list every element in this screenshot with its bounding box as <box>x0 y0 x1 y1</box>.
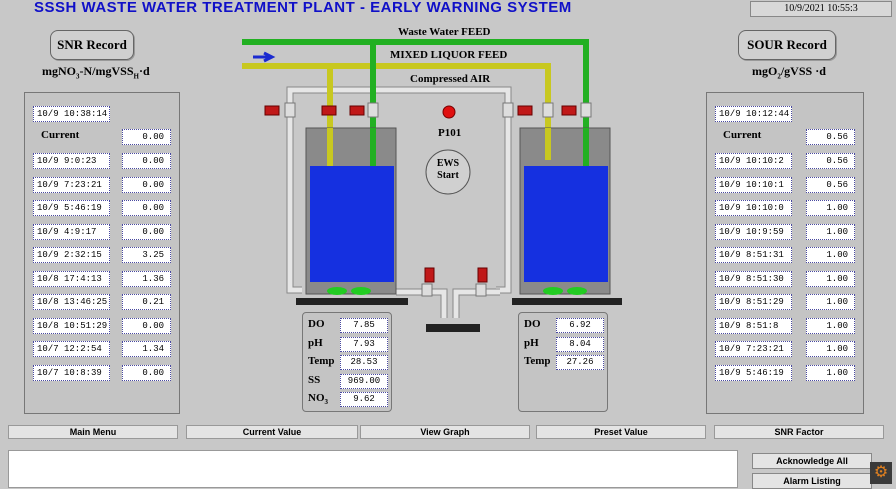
right-tank-base <box>512 298 622 305</box>
pump-label: P101 <box>438 127 462 139</box>
reading-value: 969.00 <box>340 373 388 389</box>
valve-ww-right-icon <box>561 105 577 116</box>
valve-drain-right-icon <box>477 267 488 283</box>
alarm-listing-button[interactable]: Alarm Listing <box>752 473 872 489</box>
reading-value: 7.85 <box>340 318 388 333</box>
left-tank-water <box>310 166 394 282</box>
valve-drain-left-icon <box>424 267 435 283</box>
left-readings-panel: DO 7.85 pH 7.93 Temp 28.53 SS 969.00 NO3 9.62 <box>302 312 392 412</box>
left-aerator-1 <box>327 287 347 295</box>
nav-button[interactable]: Current Value <box>186 425 358 439</box>
reading-label: Temp <box>308 355 335 367</box>
valve-ww-left-icon <box>349 105 365 116</box>
nav-button[interactable]: View Graph <box>360 425 530 439</box>
right-readings-panel: DO 6.92 pH 8.04 Temp 27.26 <box>518 312 608 412</box>
reading-value: 6.92 <box>556 318 604 333</box>
left-aerator-2 <box>351 287 371 295</box>
compressed-air-label: Compressed AIR <box>410 73 491 85</box>
reading-label: pH <box>524 336 539 349</box>
reading-value: 8.04 <box>556 336 604 352</box>
reading-value: 28.53 <box>340 355 388 370</box>
left-tank-base <box>296 298 408 305</box>
waste-feed-label: Waste Water FEED <box>398 26 491 38</box>
nav-button[interactable]: Main Menu <box>8 425 178 439</box>
acknowledge-all-button[interactable]: Acknowledge All <box>752 453 872 469</box>
reading-label: pH <box>308 336 323 349</box>
right-tank-water <box>524 166 608 282</box>
right-aerator-1 <box>543 287 563 295</box>
valve-ml-left-icon <box>321 105 337 116</box>
reading-label: NO3 <box>308 392 328 407</box>
ews-start-button[interactable]: EWS Start <box>430 158 466 182</box>
reading-label: Temp <box>524 355 551 367</box>
valve-air-right-icon <box>517 105 533 116</box>
drain-base <box>426 324 480 332</box>
right-aerator-2 <box>567 287 587 295</box>
air-pipe-right-down <box>496 150 511 293</box>
process-diagram <box>242 39 622 332</box>
mixed-liquor-label: MIXED LIQUOR FEED <box>390 49 508 61</box>
reading-label: SS <box>308 373 321 386</box>
gear-icon[interactable]: ⚙ <box>870 462 892 484</box>
valve-air-left-icon <box>264 105 280 116</box>
reading-label: DO <box>524 318 541 330</box>
reading-value: 27.26 <box>556 355 604 370</box>
reading-value: 7.93 <box>340 336 388 352</box>
air-pipe-left-down <box>287 150 302 293</box>
pump-icon <box>442 105 456 119</box>
message-area <box>8 450 738 488</box>
flow-arrow-icon <box>253 51 276 63</box>
reading-label: DO <box>308 318 325 330</box>
nav-button[interactable]: SNR Factor <box>714 425 884 439</box>
nav-button[interactable]: Preset Value <box>536 425 706 439</box>
reading-value: 9.62 <box>340 392 388 407</box>
